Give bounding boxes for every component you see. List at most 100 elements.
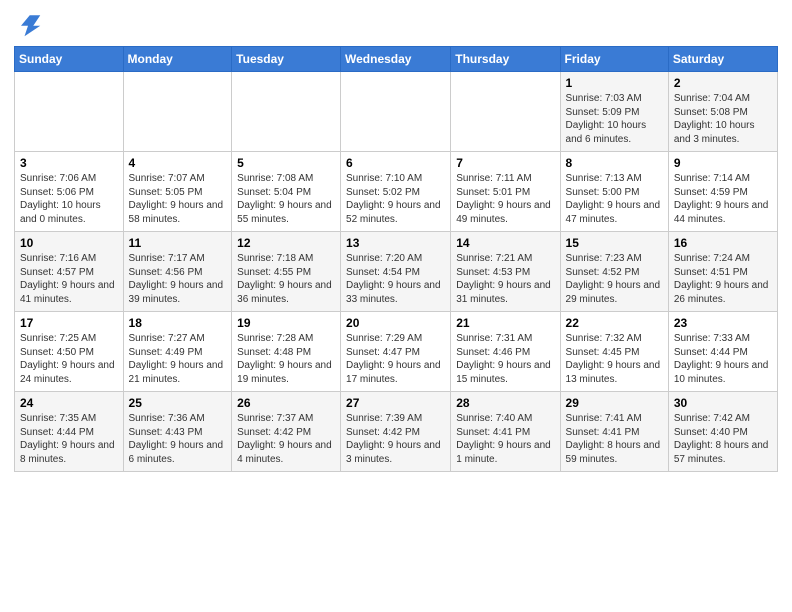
day-info: Sunrise: 7:25 AMSunset: 4:50 PMDaylight:… [20,332,118,386]
day-info: Sunrise: 7:13 AMSunset: 5:00 PMDaylight:… [566,172,663,226]
calendar-cell: 30 Sunrise: 7:42 AMSunset: 4:40 PMDayligh… [668,392,777,472]
day-info: Sunrise: 7:24 AMSunset: 4:51 PMDaylight:… [674,252,772,306]
calendar-cell: 6 Sunrise: 7:10 AMSunset: 5:02 PMDaylight… [341,152,451,232]
calendar-cell: 18 Sunrise: 7:27 AMSunset: 4:49 PMDayligh… [123,312,232,392]
week-row-4: 17 Sunrise: 7:25 AMSunset: 4:50 PMDayligh… [15,312,778,392]
day-number: 18 [129,316,227,330]
calendar-table: SundayMondayTuesdayWednesdayThursdayFrid… [14,46,778,472]
logo-icon [14,10,42,38]
calendar-cell: 13 Sunrise: 7:20 AMSunset: 4:54 PMDayligh… [341,232,451,312]
calendar-cell: 24 Sunrise: 7:35 AMSunset: 4:44 PMDayligh… [15,392,124,472]
calendar-cell [232,72,341,152]
day-number: 5 [237,156,335,170]
day-info: Sunrise: 7:35 AMSunset: 4:44 PMDaylight:… [20,412,118,466]
header-tuesday: Tuesday [232,47,341,72]
calendar-cell [123,72,232,152]
calendar-cell: 7Sunrise: 7:11 AMSunset: 5:01 PMDaylight… [451,152,560,232]
day-number: 12 [237,236,335,250]
calendar-cell: 8 Sunrise: 7:13 AMSunset: 5:00 PMDaylight… [560,152,668,232]
day-number: 27 [346,396,445,410]
calendar-cell: 17 Sunrise: 7:25 AMSunset: 4:50 PMDayligh… [15,312,124,392]
day-info: Sunrise: 7:04 AMSunset: 5:08 PMDaylight:… [674,92,772,146]
day-info: Sunrise: 7:27 AMSunset: 4:49 PMDaylight:… [129,332,227,386]
calendar-cell: 22 Sunrise: 7:32 AMSunset: 4:45 PMDayligh… [560,312,668,392]
day-info: Sunrise: 7:39 AMSunset: 4:42 PMDaylight:… [346,412,445,466]
calendar-cell: 28 Sunrise: 7:40 AMSunset: 4:41 PMDayligh… [451,392,560,472]
day-number: 8 [566,156,663,170]
day-info: Sunrise: 7:23 AMSunset: 4:52 PMDaylight:… [566,252,663,306]
day-info: Sunrise: 7:29 AMSunset: 4:47 PMDaylight:… [346,332,445,386]
day-info: Sunrise: 7:18 AMSunset: 4:55 PMDaylight:… [237,252,335,306]
header-sunday: Sunday [15,47,124,72]
calendar-cell [15,72,124,152]
calendar-cell: 19 Sunrise: 7:28 AMSunset: 4:48 PMDayligh… [232,312,341,392]
day-number: 6 [346,156,445,170]
day-info: Sunrise: 7:32 AMSunset: 4:45 PMDaylight:… [566,332,663,386]
header-friday: Friday [560,47,668,72]
day-info: Sunrise: 7:10 AMSunset: 5:02 PMDaylight:… [346,172,445,226]
week-row-1: 1 Sunrise: 7:03 AMSunset: 5:09 PMDaylight… [15,72,778,152]
day-number: 24 [20,396,118,410]
day-number: 11 [129,236,227,250]
header-monday: Monday [123,47,232,72]
calendar-cell: 14 Sunrise: 7:21 AMSunset: 4:53 PMDayligh… [451,232,560,312]
calendar-cell: 25 Sunrise: 7:36 AMSunset: 4:43 PMDayligh… [123,392,232,472]
day-info: Sunrise: 7:40 AMSunset: 4:41 PMDaylight:… [456,412,554,466]
day-number: 2 [674,76,772,90]
day-number: 9 [674,156,772,170]
day-number: 28 [456,396,554,410]
calendar-cell: 16 Sunrise: 7:24 AMSunset: 4:51 PMDayligh… [668,232,777,312]
day-number: 19 [237,316,335,330]
week-row-2: 3Sunrise: 7:06 AMSunset: 5:06 PMDaylight… [15,152,778,232]
week-row-3: 10Sunrise: 7:16 AMSunset: 4:57 PMDayligh… [15,232,778,312]
calendar-cell: 5Sunrise: 7:08 AMSunset: 5:04 PMDaylight… [232,152,341,232]
day-info: Sunrise: 7:41 AMSunset: 4:41 PMDaylight:… [566,412,663,466]
day-number: 29 [566,396,663,410]
day-info: Sunrise: 7:17 AMSunset: 4:56 PMDaylight:… [129,252,227,306]
calendar-cell: 23 Sunrise: 7:33 AMSunset: 4:44 PMDayligh… [668,312,777,392]
calendar-cell: 3Sunrise: 7:06 AMSunset: 5:06 PMDaylight… [15,152,124,232]
calendar-cell: 2 Sunrise: 7:04 AMSunset: 5:08 PMDaylight… [668,72,777,152]
calendar-cell: 4Sunrise: 7:07 AMSunset: 5:05 PMDaylight… [123,152,232,232]
week-row-5: 24 Sunrise: 7:35 AMSunset: 4:44 PMDayligh… [15,392,778,472]
day-number: 14 [456,236,554,250]
calendar-cell: 11 Sunrise: 7:17 AMSunset: 4:56 PMDayligh… [123,232,232,312]
day-number: 10 [20,236,118,250]
day-info: Sunrise: 7:21 AMSunset: 4:53 PMDaylight:… [456,252,554,306]
day-info: Sunrise: 7:37 AMSunset: 4:42 PMDaylight:… [237,412,335,466]
day-info: Sunrise: 7:03 AMSunset: 5:09 PMDaylight:… [566,92,663,146]
calendar-cell: 26 Sunrise: 7:37 AMSunset: 4:42 PMDayligh… [232,392,341,472]
calendar-cell: 21 Sunrise: 7:31 AMSunset: 4:46 PMDayligh… [451,312,560,392]
day-number: 17 [20,316,118,330]
day-number: 23 [674,316,772,330]
day-number: 13 [346,236,445,250]
header-thursday: Thursday [451,47,560,72]
day-info: Sunrise: 7:33 AMSunset: 4:44 PMDaylight:… [674,332,772,386]
calendar-cell: 27 Sunrise: 7:39 AMSunset: 4:42 PMDayligh… [341,392,451,472]
day-info: Sunrise: 7:36 AMSunset: 4:43 PMDaylight:… [129,412,227,466]
calendar-cell: 29 Sunrise: 7:41 AMSunset: 4:41 PMDayligh… [560,392,668,472]
calendar-cell: 12 Sunrise: 7:18 AMSunset: 4:55 PMDayligh… [232,232,341,312]
day-number: 20 [346,316,445,330]
day-info: Sunrise: 7:31 AMSunset: 4:46 PMDaylight:… [456,332,554,386]
day-number: 7 [456,156,554,170]
day-number: 22 [566,316,663,330]
header-wednesday: Wednesday [341,47,451,72]
day-info: Sunrise: 7:20 AMSunset: 4:54 PMDaylight:… [346,252,445,306]
day-number: 1 [566,76,663,90]
day-number: 21 [456,316,554,330]
logo [14,10,46,38]
calendar-cell: 9Sunrise: 7:14 AMSunset: 4:59 PMDaylight… [668,152,777,232]
day-number: 3 [20,156,118,170]
header [14,10,778,38]
day-number: 16 [674,236,772,250]
day-number: 26 [237,396,335,410]
calendar-cell: 1 Sunrise: 7:03 AMSunset: 5:09 PMDaylight… [560,72,668,152]
day-info: Sunrise: 7:28 AMSunset: 4:48 PMDaylight:… [237,332,335,386]
page-container: SundayMondayTuesdayWednesdayThursdayFrid… [0,0,792,482]
day-number: 15 [566,236,663,250]
calendar-header-row: SundayMondayTuesdayWednesdayThursdayFrid… [15,47,778,72]
day-number: 30 [674,396,772,410]
day-info: Sunrise: 7:42 AMSunset: 4:40 PMDaylight:… [674,412,772,466]
day-number: 25 [129,396,227,410]
